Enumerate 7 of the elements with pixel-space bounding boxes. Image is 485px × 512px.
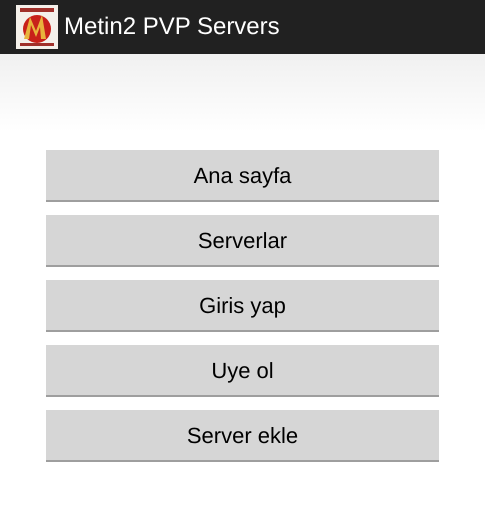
app-logo-icon xyxy=(16,5,58,49)
menu-button[interactable]: Uye ol xyxy=(46,345,439,397)
menu-button[interactable]: Server ekle xyxy=(46,410,439,462)
menu-button[interactable]: Ana sayfa xyxy=(46,150,439,202)
app-title: Metin2 PVP Servers xyxy=(64,12,280,42)
menu-button[interactable]: Giris yap xyxy=(46,280,439,332)
menu-button[interactable]: Serverlar xyxy=(46,215,439,267)
